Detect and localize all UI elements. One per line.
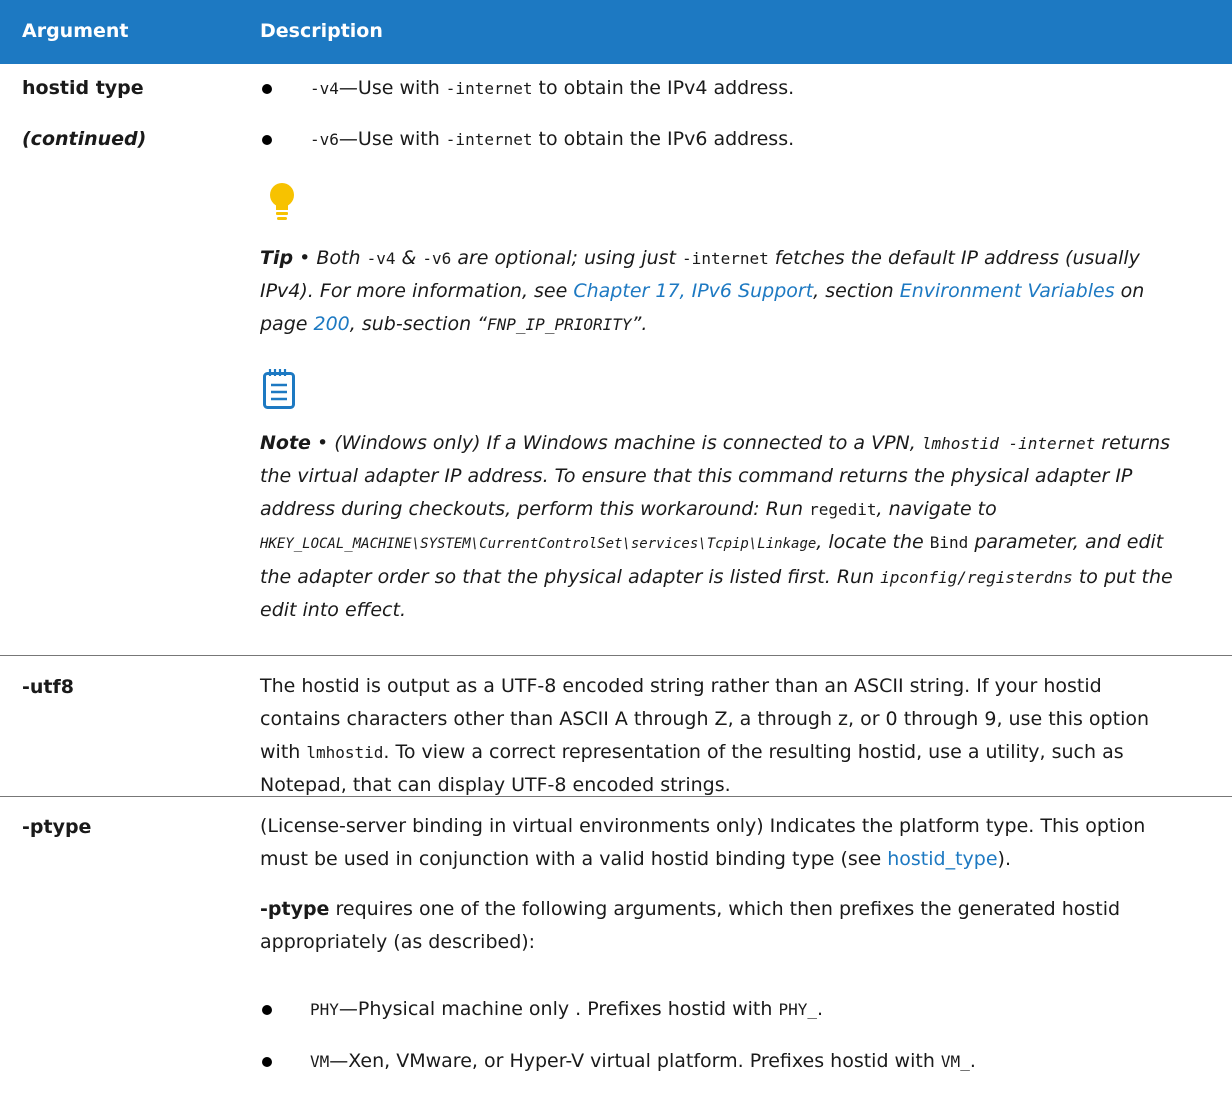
document-page: Argument Description hostid type (contin… [0, 0, 1232, 1103]
table-header: Argument Description [0, 0, 1232, 64]
link-environment-variables[interactable]: Environment Variables [900, 280, 1115, 302]
bullet-v4: -v4—Use with -internet to obtain the IPv… [310, 77, 795, 99]
note-paragraph: Note • (Windows only) If a Windows machi… [260, 432, 1173, 621]
bullet-dot [262, 84, 272, 94]
link-page-200[interactable]: 200 [314, 313, 350, 335]
arg-ptype: -ptype [22, 816, 92, 838]
lightbulb-icon [270, 183, 294, 220]
arg-continued: (continued) [22, 128, 147, 150]
header-description: Description [260, 20, 383, 42]
arg-utf8: -utf8 [22, 676, 74, 698]
link-chapter-17[interactable]: Chapter 17, IPv6 Support [573, 280, 813, 302]
ptype-description: (License-server binding in virtual envir… [260, 815, 1146, 870]
utf8-description: The hostid is output as a UTF-8 encoded … [260, 675, 1150, 796]
notepad-icon [263, 369, 295, 409]
bullet-vm: VM—Xen, VMware, or Hyper-V virtual platf… [310, 1050, 976, 1072]
bullet-dot [262, 1005, 272, 1015]
row-divider [0, 796, 1232, 797]
link-hostid-type[interactable]: hostid_type [887, 848, 997, 870]
bullet-dot [262, 1057, 272, 1067]
arg-hostid-type: hostid type [22, 77, 144, 99]
header-argument: Argument [22, 20, 129, 42]
ptype-arguments-intro: -ptype requires one of the following arg… [260, 898, 1121, 953]
bullet-dot [262, 135, 272, 145]
tip-paragraph: Tip • Both -v4 & -v6 are optional; using… [260, 247, 1145, 335]
bullet-v6: -v6—Use with -internet to obtain the IPv… [310, 128, 795, 150]
row-divider [0, 655, 1232, 656]
bullet-phy: PHY—Physical machine only . Prefixes hos… [310, 998, 824, 1020]
